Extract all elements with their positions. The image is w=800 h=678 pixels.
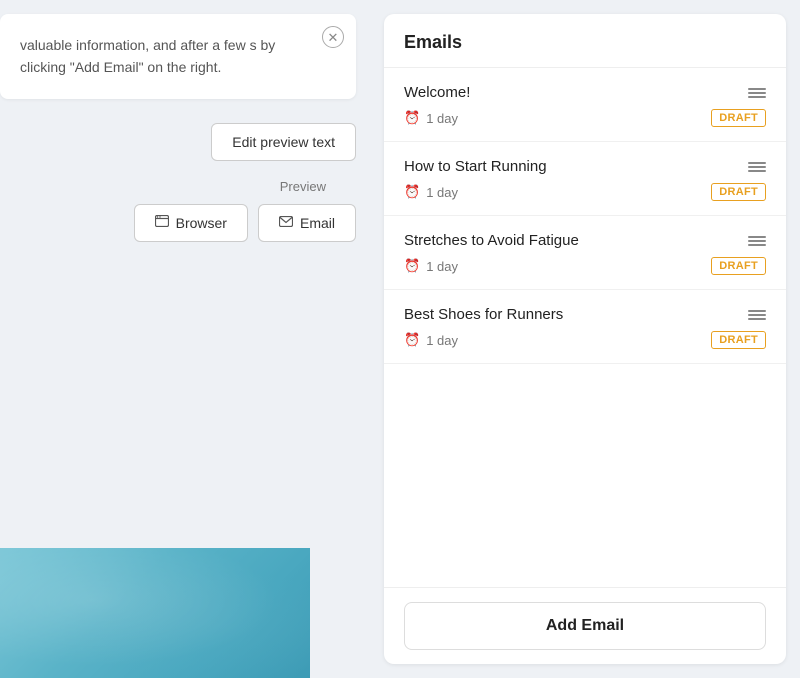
close-button[interactable]: ✕ (322, 26, 344, 48)
email-item-bottom: ⏰ 1 day DRAFT (404, 331, 766, 349)
email-preview-button[interactable]: Email (258, 204, 356, 242)
email-menu-icon[interactable] (748, 162, 766, 172)
emails-title: Emails (404, 32, 766, 53)
clock-icon: ⏰ (404, 332, 420, 348)
menu-line-1 (748, 88, 766, 90)
email-btn-label: Email (300, 215, 335, 231)
email-icon (279, 215, 293, 230)
menu-line-2 (748, 314, 766, 316)
email-item[interactable]: Stretches to Avoid Fatigue ⏰ 1 day DRAFT (384, 216, 786, 290)
left-panel: ✕ valuable information, and after a few … (0, 0, 370, 678)
menu-line-3 (748, 170, 766, 172)
draft-badge: DRAFT (711, 257, 766, 275)
draft-badge: DRAFT (711, 109, 766, 127)
email-name: Best Shoes for Runners (404, 306, 563, 323)
email-item[interactable]: How to Start Running ⏰ 1 day DRAFT (384, 142, 786, 216)
preview-label: Preview (280, 179, 356, 194)
emails-header: Emails (384, 14, 786, 68)
menu-line-1 (748, 162, 766, 164)
email-delay: 1 day (426, 185, 458, 200)
email-delay: 1 day (426, 111, 458, 126)
close-icon: ✕ (328, 31, 339, 44)
info-card: ✕ valuable information, and after a few … (0, 14, 356, 99)
add-email-button[interactable]: Add Email (404, 602, 766, 650)
browser-icon (155, 215, 169, 230)
add-email-section: Add Email (384, 587, 786, 664)
menu-line-3 (748, 244, 766, 246)
email-timing: ⏰ 1 day (404, 184, 458, 200)
email-item-top: How to Start Running (404, 158, 766, 175)
email-menu-icon[interactable] (748, 236, 766, 246)
browser-btn-label: Browser (176, 215, 227, 231)
menu-line-3 (748, 318, 766, 320)
email-item[interactable]: Best Shoes for Runners ⏰ 1 day DRAFT (384, 290, 786, 364)
preview-section: Preview Browser (0, 161, 370, 242)
email-name: How to Start Running (404, 158, 547, 175)
menu-line-2 (748, 240, 766, 242)
menu-line-1 (748, 236, 766, 238)
email-timing: ⏰ 1 day (404, 332, 458, 348)
email-timing: ⏰ 1 day (404, 258, 458, 274)
info-text: valuable information, and after a few s … (20, 34, 336, 79)
browser-preview-button[interactable]: Browser (134, 204, 248, 242)
email-item-top: Best Shoes for Runners (404, 306, 766, 323)
email-timing: ⏰ 1 day (404, 110, 458, 126)
right-panel: Emails Welcome! ⏰ 1 day DRAFT (370, 0, 800, 678)
email-item-bottom: ⏰ 1 day DRAFT (404, 257, 766, 275)
menu-line-2 (748, 166, 766, 168)
email-item-top: Stretches to Avoid Fatigue (404, 232, 766, 249)
bottom-image (0, 548, 310, 678)
email-delay: 1 day (426, 259, 458, 274)
clock-icon: ⏰ (404, 110, 420, 126)
clock-icon: ⏰ (404, 258, 420, 274)
edit-preview-area: Edit preview text (0, 99, 370, 161)
draft-badge: DRAFT (711, 183, 766, 201)
email-name: Welcome! (404, 84, 470, 101)
email-list: Welcome! ⏰ 1 day DRAFT How to Start Runn… (384, 68, 786, 587)
edit-preview-button[interactable]: Edit preview text (211, 123, 356, 161)
draft-badge: DRAFT (711, 331, 766, 349)
menu-line-3 (748, 96, 766, 98)
email-menu-icon[interactable] (748, 310, 766, 320)
email-menu-icon[interactable] (748, 88, 766, 98)
email-item-bottom: ⏰ 1 day DRAFT (404, 109, 766, 127)
email-item[interactable]: Welcome! ⏰ 1 day DRAFT (384, 68, 786, 142)
email-item-bottom: ⏰ 1 day DRAFT (404, 183, 766, 201)
email-item-top: Welcome! (404, 84, 766, 101)
email-name: Stretches to Avoid Fatigue (404, 232, 579, 249)
menu-line-1 (748, 310, 766, 312)
preview-buttons: Browser Email (134, 204, 356, 242)
menu-line-2 (748, 92, 766, 94)
clock-icon: ⏰ (404, 184, 420, 200)
email-delay: 1 day (426, 333, 458, 348)
emails-card: Emails Welcome! ⏰ 1 day DRAFT (384, 14, 786, 664)
